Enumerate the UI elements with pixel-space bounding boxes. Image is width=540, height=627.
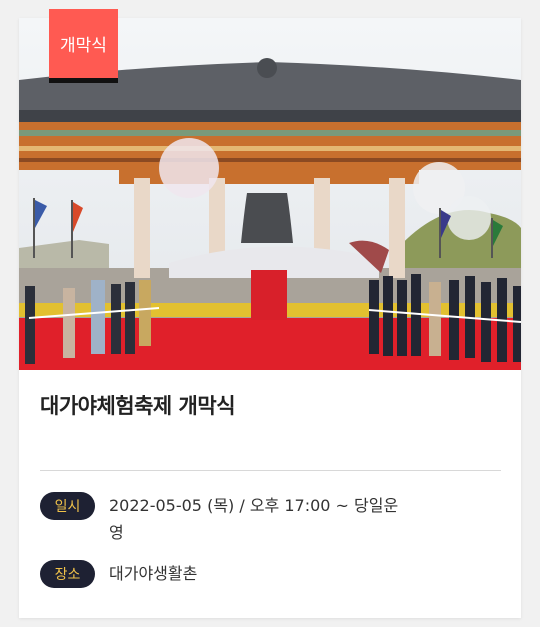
place-label-pill: 장소 xyxy=(40,560,95,588)
event-title[interactable]: 대가야체험축제 개막식 xyxy=(40,390,236,420)
place-row: 장소 대가야생활촌 xyxy=(40,560,409,588)
category-badge: 개막식 xyxy=(49,9,118,83)
date-row: 일시 2022-05-05 (목) / 오후 17:00 ~ 당일운영 xyxy=(40,492,409,546)
divider xyxy=(40,470,501,471)
event-card[interactable]: 개막식 대가야체험축제 개막식 일시 2022-05-05 (목) / 오후 1… xyxy=(19,9,521,618)
place-value: 대가야생활촌 xyxy=(109,564,198,583)
date-label-pill: 일시 xyxy=(40,492,95,520)
date-value: 2022-05-05 (목) / 오후 17:00 ~ 당일운영 xyxy=(109,496,399,542)
